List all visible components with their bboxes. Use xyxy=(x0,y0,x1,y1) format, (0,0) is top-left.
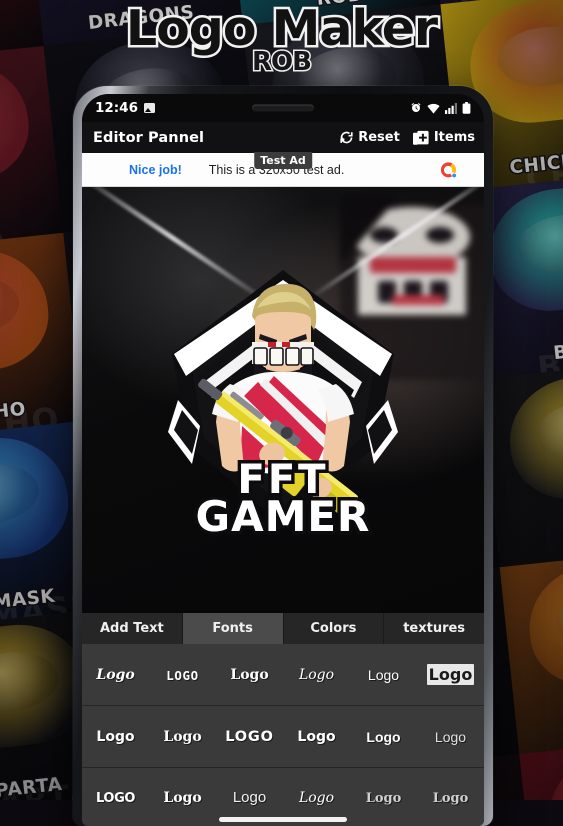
font-option-sample: Logo xyxy=(163,729,201,745)
font-option-sample: Logo xyxy=(433,791,469,806)
font-option-sample: Logo xyxy=(366,729,400,745)
reset-label: Reset xyxy=(358,130,400,145)
font-option[interactable]: LOGO xyxy=(82,789,149,806)
font-option[interactable]: Logo xyxy=(216,666,283,683)
earpiece-speaker xyxy=(252,105,314,112)
font-grid: LogoLOGOLogoLogoLogoLogoLogoLogoLOGOLogo… xyxy=(82,644,484,826)
font-option[interactable]: LOGO xyxy=(216,728,283,745)
logo-canvas[interactable]: FFT FFT GAMER GAMER xyxy=(82,187,484,613)
status-bar: 12:46 xyxy=(82,94,484,122)
font-option[interactable]: LOGO xyxy=(149,667,216,683)
font-option[interactable]: Logo xyxy=(149,789,216,806)
wifi-icon xyxy=(427,103,440,114)
svg-text:GAMER: GAMER xyxy=(196,492,371,541)
app-title: Logo Maker ROB xyxy=(0,4,563,75)
font-option-sample: Logo xyxy=(96,667,134,683)
font-option[interactable]: Logo xyxy=(82,728,149,745)
font-option[interactable]: Logo xyxy=(216,789,283,806)
signal-icon xyxy=(445,103,457,114)
phone-screen: 12:46 xyxy=(82,94,484,826)
font-option[interactable]: Logo xyxy=(417,729,484,745)
font-option[interactable]: Logo xyxy=(283,666,350,683)
font-option-sample: LOGO xyxy=(96,791,135,806)
font-option[interactable]: Logo xyxy=(283,789,350,806)
status-bar-icons xyxy=(410,102,471,114)
font-option-sample: Logo xyxy=(297,729,335,745)
photo-icon xyxy=(144,103,155,113)
font-option[interactable]: Logo xyxy=(283,728,350,745)
font-option[interactable]: Logo xyxy=(82,666,149,683)
app-bar-actions: Reset Items xyxy=(339,130,475,146)
font-option-sample: Logo xyxy=(233,789,266,806)
font-option-sample: Logo xyxy=(299,790,334,806)
reset-button[interactable]: Reset xyxy=(339,130,400,145)
font-option-sample: Logo xyxy=(96,729,134,745)
font-option-sample: Logo xyxy=(366,791,402,806)
font-option-sample: LOGO xyxy=(225,729,273,745)
font-option-sample: Logo xyxy=(299,667,334,683)
font-option-sample: Logo xyxy=(163,790,201,806)
font-option[interactable]: Logo xyxy=(350,789,417,806)
tab-fonts[interactable]: Fonts xyxy=(183,613,284,644)
battery-icon xyxy=(462,102,471,114)
app-title-sub: ROB xyxy=(0,49,563,75)
refresh-icon xyxy=(339,130,354,145)
add-items-icon xyxy=(413,130,430,146)
admob-icon xyxy=(438,160,458,180)
tab-textures[interactable]: textures xyxy=(384,613,484,644)
editor-tabs: Add TextFontsColorstextures xyxy=(82,613,484,644)
font-option-sample: Logo xyxy=(368,667,399,683)
font-option-sample: LOGO xyxy=(166,668,199,683)
ad-badge: Test Ad xyxy=(254,152,312,169)
status-bar-time: 12:46 xyxy=(95,100,138,116)
phone-mockup: 12:46 xyxy=(73,86,493,826)
font-option[interactable]: Logo xyxy=(417,789,484,806)
items-button[interactable]: Items xyxy=(413,130,475,146)
alarm-icon xyxy=(410,102,422,114)
font-option[interactable]: Logo xyxy=(149,728,216,745)
logo-artwork[interactable]: FFT FFT GAMER GAMER xyxy=(148,250,418,550)
page-title: Editor Pannel xyxy=(93,130,204,146)
font-option-sample: Logo xyxy=(230,667,268,683)
font-grid-row: Logo Logo LOGO Logo Logo Logo xyxy=(82,706,484,768)
font-grid-row: Logo LOGO Logo Logo Logo Logo xyxy=(82,644,484,706)
tab-colors[interactable]: Colors xyxy=(284,613,385,644)
font-option[interactable]: Logo xyxy=(350,667,417,683)
font-option-sample: Logo xyxy=(435,729,466,745)
items-label: Items xyxy=(434,130,475,145)
font-option[interactable]: Logo xyxy=(417,664,484,685)
home-indicator[interactable] xyxy=(219,817,347,822)
tab-add-text[interactable]: Add Text xyxy=(82,613,183,644)
font-option-sample: Logo xyxy=(427,664,475,685)
ad-banner[interactable]: Test Ad Nice job! This is a 320x50 test … xyxy=(82,153,484,187)
app-bar: Editor Pannel Reset xyxy=(82,122,484,153)
font-option[interactable]: Logo xyxy=(350,729,417,745)
ad-headline: Nice job! xyxy=(129,163,182,177)
